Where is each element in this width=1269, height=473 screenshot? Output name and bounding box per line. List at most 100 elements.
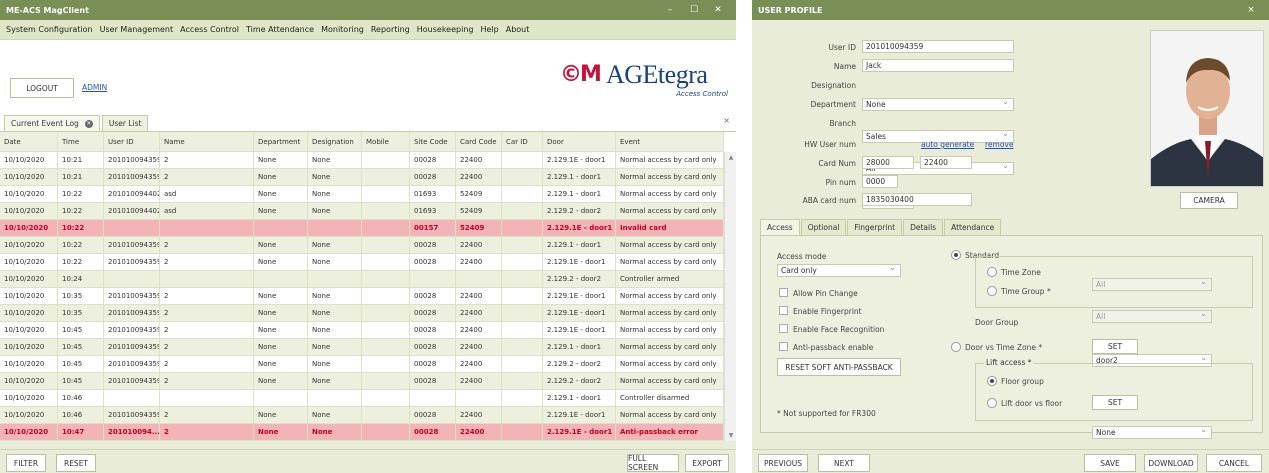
card-num-code-field[interactable]: 22400 <box>920 156 972 169</box>
anti-passback-checkbox[interactable] <box>779 342 788 351</box>
pin-num-field[interactable]: 0000 <box>862 175 898 188</box>
menu-about[interactable]: About <box>506 25 530 34</box>
table-row[interactable]: 10/10/2020 10:24 2.129.2 - door2 Controller… <box>0 271 724 288</box>
column-header-mobile[interactable]: Mobile <box>362 132 410 151</box>
table-row[interactable]: 10/10/2020 10:46 2.129.1 - door1 Controller… <box>0 390 724 407</box>
column-header-event[interactable]: Event <box>616 132 724 151</box>
name-field[interactable]: Jack <box>862 59 1014 72</box>
cell-event: Controller disarmed <box>616 390 724 406</box>
close-tab-icon[interactable]: × <box>723 116 730 125</box>
reset-button[interactable]: RESET <box>56 454 96 472</box>
export-button[interactable]: EXPORT <box>685 454 729 472</box>
logout-button[interactable]: LOGOUT <box>10 78 74 98</box>
table-row[interactable]: 10/10/2020 10:35 201010094359 2 None None 0002… <box>0 288 724 305</box>
door-vs-time-zone-set-button[interactable]: SET <box>1092 339 1138 354</box>
download-button[interactable]: DOWNLOAD <box>1144 454 1198 472</box>
designation-dropdown[interactable]: None <box>862 97 1014 111</box>
table-row[interactable]: 10/10/2020 10:22 00157 52409 2.129.1E - door… <box>0 220 724 237</box>
tab-user-list[interactable]: User List <box>101 115 149 131</box>
table-row[interactable]: 10/10/2020 10:22 201010094359 2 None None 0002… <box>0 237 724 254</box>
close-icon[interactable]: ✕ <box>706 5 730 15</box>
menu-access-control[interactable]: Access Control <box>180 25 239 34</box>
tab-access[interactable]: Access <box>760 219 800 235</box>
close-icon[interactable]: × <box>1239 5 1263 15</box>
column-header-time[interactable]: Time <box>58 132 104 151</box>
cell-card-code: 22400 <box>456 288 502 304</box>
enable-face-recognition-checkbox[interactable] <box>779 324 788 333</box>
column-header-site-code[interactable]: Site Code <box>410 132 456 151</box>
access-mode-dropdown[interactable]: Card only <box>777 263 901 277</box>
menu-time-attendance[interactable]: Time Attendance <box>246 25 314 34</box>
cell-department: None <box>254 288 308 304</box>
next-button[interactable]: NEXT <box>818 454 870 472</box>
table-row[interactable]: 10/10/2020 10:22 201010094402 asd None None 01… <box>0 203 724 220</box>
tab-attendance[interactable]: Attendance <box>944 219 1002 235</box>
table-row[interactable]: 10/10/2020 10:21 201010094359 2 None None 0002… <box>0 152 724 169</box>
table-row[interactable]: 10/10/2020 10:45 201010094359 2 None None 0002… <box>0 373 724 390</box>
cell-car-id <box>502 254 543 270</box>
menu-help[interactable]: Help <box>480 25 498 34</box>
admin-link[interactable]: ADMIN <box>82 83 107 92</box>
menu-user-management[interactable]: User Management <box>100 25 173 34</box>
remove-link[interactable]: remove <box>985 140 1013 149</box>
column-header-designation[interactable]: Designation <box>308 132 362 151</box>
vertical-scrollbar[interactable]: ▲ ▼ <box>724 152 736 441</box>
standard-radio[interactable] <box>951 250 961 260</box>
column-header-date[interactable]: Date <box>0 132 58 151</box>
table-row[interactable]: 10/10/2020 10:45 201010094359 2 None None 0002… <box>0 356 724 373</box>
menu-housekeeping[interactable]: Housekeeping <box>417 25 474 34</box>
cancel-button[interactable]: CANCEL <box>1206 454 1262 472</box>
tab-details[interactable]: Details <box>903 219 944 235</box>
cell-car-id <box>502 203 543 219</box>
auto-generate-link[interactable]: auto generate <box>921 140 974 149</box>
aba-card-num-field[interactable]: 1835030400 <box>862 193 972 206</box>
card-num-site-field[interactable]: 28000 <box>862 156 914 169</box>
cell-door: 2.129.1 - door1 <box>543 169 616 185</box>
floor-group-radio[interactable] <box>987 376 997 386</box>
door-vs-time-zone-radio[interactable] <box>951 342 961 352</box>
cell-department <box>254 390 308 406</box>
user-id-field[interactable]: 201010094359 <box>862 40 1014 53</box>
save-button[interactable]: SAVE <box>1084 454 1136 472</box>
table-row[interactable]: 10/10/2020 10:21 201010094359 2 None None 0002… <box>0 169 724 186</box>
time-zone-radio[interactable] <box>987 267 997 277</box>
lift-door-set-button[interactable]: SET <box>1092 395 1138 410</box>
column-header-car-id[interactable]: Car ID <box>502 132 543 151</box>
scroll-up-icon[interactable]: ▲ <box>725 154 736 161</box>
enable-fingerprint-checkbox[interactable] <box>779 306 788 315</box>
table-row[interactable]: 10/10/2020 10:47 201010094... 2 None None 0002… <box>0 424 724 441</box>
time-group-radio[interactable] <box>987 286 997 296</box>
table-row[interactable]: 10/10/2020 10:35 201010094359 2 None None 0002… <box>0 305 724 322</box>
table-row[interactable]: 10/10/2020 10:46 201010094359 2 None None 0002… <box>0 407 724 424</box>
tab-current-event-log[interactable]: Current Event Log ✕ <box>4 115 100 131</box>
menu-system-configuration[interactable]: System Configuration <box>6 25 93 34</box>
tab-fingerprint[interactable]: Fingerprint <box>847 219 903 235</box>
column-header-door[interactable]: Door <box>543 132 616 151</box>
column-header-department[interactable]: Department <box>254 132 308 151</box>
previous-button[interactable]: PREVIOUS <box>758 454 808 472</box>
menu-monitoring[interactable]: Monitoring <box>321 25 364 34</box>
menu-reporting[interactable]: Reporting <box>371 25 410 34</box>
reset-soft-anti-passback-button[interactable]: RESET SOFT ANTI-PASSBACK <box>777 358 901 376</box>
floor-group-dropdown[interactable]: None <box>1092 425 1212 439</box>
maximize-icon[interactable]: ☐ <box>682 5 706 15</box>
table-row[interactable]: 10/10/2020 10:22 201010094359 2 None None 0002… <box>0 254 724 271</box>
column-header-user-id[interactable]: User ID <box>104 132 160 151</box>
time-group-dropdown[interactable]: All <box>1092 309 1212 323</box>
allow-pin-change-checkbox[interactable] <box>779 288 788 297</box>
scroll-down-icon[interactable]: ▼ <box>725 432 736 439</box>
column-header-card-code[interactable]: Card Code <box>456 132 502 151</box>
tab-close-icon[interactable]: ✕ <box>84 119 93 128</box>
table-row[interactable]: 10/10/2020 10:22 201010094402 asd None None 01… <box>0 186 724 203</box>
cell-car-id <box>502 339 543 355</box>
camera-button[interactable]: CAMERA <box>1180 192 1238 209</box>
table-row[interactable]: 10/10/2020 10:45 201010094359 2 None None 0002… <box>0 322 724 339</box>
column-header-name[interactable]: Name <box>160 132 254 151</box>
minimize-icon[interactable]: – <box>658 5 682 15</box>
tab-optional[interactable]: Optional <box>800 219 847 235</box>
filter-button[interactable]: FILTER <box>6 454 46 472</box>
lift-door-vs-floor-radio[interactable] <box>987 398 997 408</box>
table-row[interactable]: 10/10/2020 10:45 201010094359 2 None None 0002… <box>0 339 724 356</box>
time-zone-dropdown[interactable]: All <box>1092 277 1212 291</box>
fullscreen-button[interactable]: FULL SCREEN <box>627 454 679 472</box>
